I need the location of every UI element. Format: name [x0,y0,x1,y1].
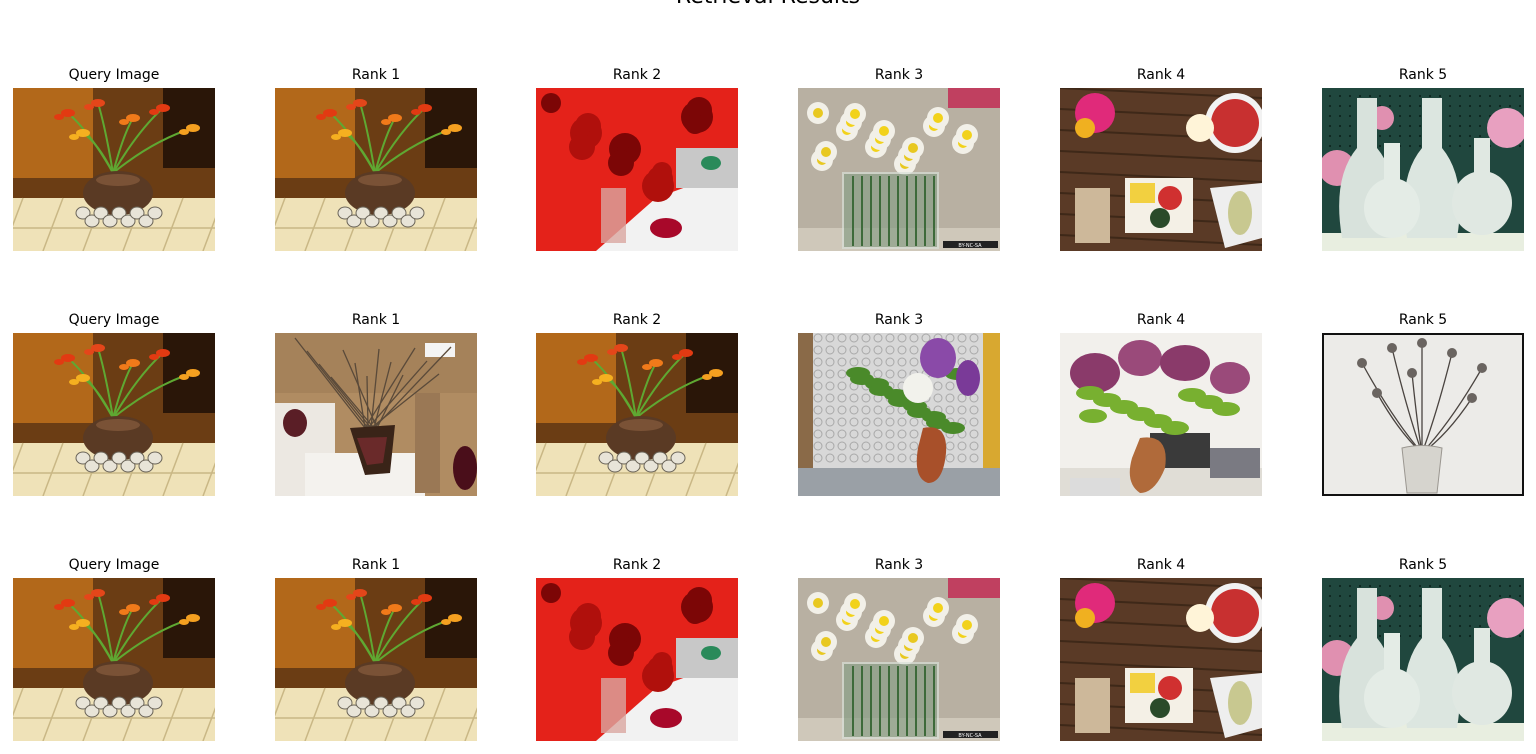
rank-4-title: Rank 4 [1136,312,1186,328]
rank-4-image [1060,333,1262,496]
rank-3-title: Rank 3 [874,312,924,328]
query-image [13,88,215,251]
rank-4-image [1060,88,1262,251]
rank-3-image: BY-NC-SA [798,88,1000,251]
rank-4-image [1060,578,1262,741]
rank-5-image [1322,578,1524,741]
rank-2-image [536,333,738,496]
rank-3-title: Rank 3 [874,557,924,573]
rank-5-image [1322,88,1524,251]
rank-1-title: Rank 1 [351,67,401,83]
rank-3-title: Rank 3 [874,67,924,83]
query-image [13,578,215,741]
rank-2-title: Rank 2 [612,557,662,573]
rank-3-image: BY-NC-SA [798,578,1000,741]
rank-1-image [275,88,477,251]
figure-title: Retrieval Results [0,0,1536,10]
rank-5-title: Rank 5 [1398,67,1448,83]
rank-5-title: Rank 5 [1398,557,1448,573]
rank-3-image [798,333,1000,496]
rank-4-title: Rank 4 [1136,67,1186,83]
rank-1-image [275,578,477,741]
query-image-title: Query Image [68,312,160,328]
rank-2-title: Rank 2 [612,67,662,83]
rank-2-image [536,88,738,251]
query-image-title: Query Image [68,67,160,83]
rank-2-title: Rank 2 [612,312,662,328]
rank-5-image [1322,333,1524,496]
query-image-title: Query Image [68,557,160,573]
svg-text:BY-NC-SA: BY-NC-SA [958,243,982,249]
svg-text:BY-NC-SA: BY-NC-SA [958,733,982,739]
rank-1-title: Rank 1 [351,312,401,328]
rank-2-image [536,578,738,741]
rank-5-title: Rank 5 [1398,312,1448,328]
query-image [13,333,215,496]
rank-1-title: Rank 1 [351,557,401,573]
rank-4-title: Rank 4 [1136,557,1186,573]
rank-1-image [275,333,477,496]
